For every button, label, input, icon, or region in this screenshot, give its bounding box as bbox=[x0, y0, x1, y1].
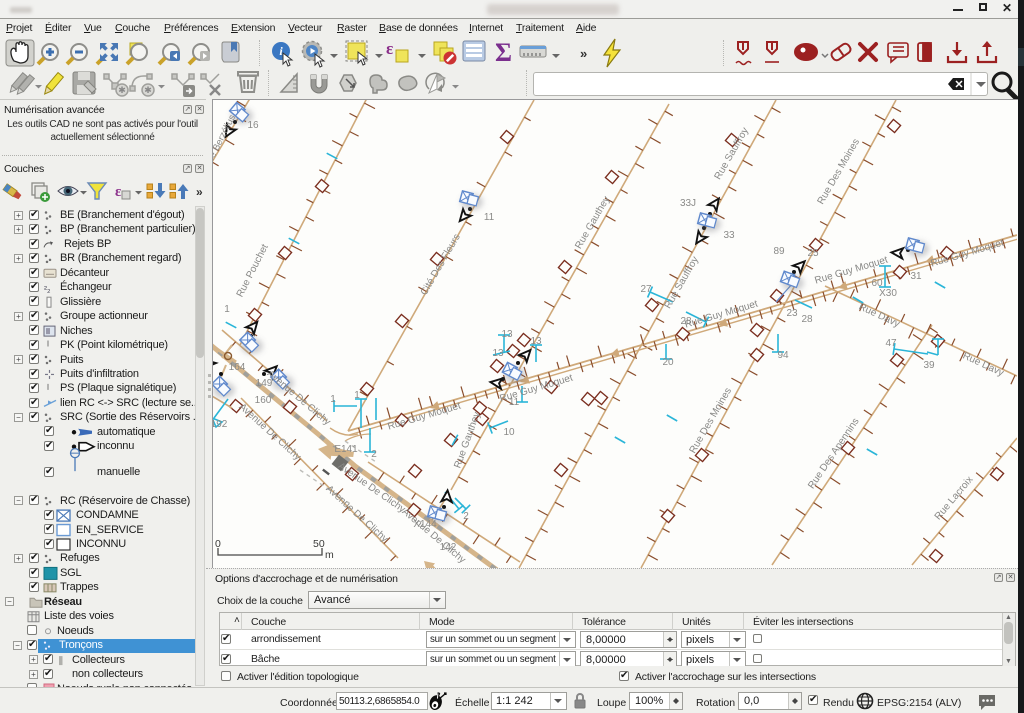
svg-text:23: 23 bbox=[786, 308, 798, 319]
svg-text:11: 11 bbox=[484, 212, 495, 223]
svg-text:Cité Des Fleurs: Cité Des Fleurs bbox=[419, 232, 463, 297]
svg-text:1: 1 bbox=[330, 394, 336, 405]
svg-text:E141: E141 bbox=[334, 444, 358, 455]
svg-text:142: 142 bbox=[440, 542, 457, 553]
svg-text:ε: ε bbox=[386, 39, 393, 58]
svg-text:m: m bbox=[325, 549, 334, 561]
svg-text:Σ: Σ bbox=[495, 38, 512, 67]
svg-text:0: 0 bbox=[215, 538, 221, 550]
svg-text:2: 2 bbox=[371, 449, 377, 460]
svg-text:Rue Davy: Rue Davy bbox=[961, 350, 1005, 379]
svg-text:31: 31 bbox=[910, 271, 922, 282]
svg-text:33J: 33J bbox=[680, 198, 696, 209]
svg-text:10: 10 bbox=[503, 427, 515, 438]
svg-text:33: 33 bbox=[723, 230, 735, 241]
svg-text:Rue Pouchet: Rue Pouchet bbox=[235, 242, 271, 299]
svg-text:1: 1 bbox=[224, 304, 230, 315]
svg-text:Rue Davy: Rue Davy bbox=[857, 301, 901, 330]
svg-text:13: 13 bbox=[492, 348, 504, 359]
svg-text:20: 20 bbox=[662, 357, 674, 368]
svg-text:13: 13 bbox=[501, 329, 513, 340]
svg-text:94: 94 bbox=[777, 350, 789, 361]
svg-text:160: 160 bbox=[255, 395, 272, 406]
svg-text:13: 13 bbox=[530, 336, 542, 347]
svg-text:2: 2 bbox=[463, 511, 469, 522]
svg-text:50: 50 bbox=[313, 538, 325, 550]
svg-text:1: 1 bbox=[354, 390, 360, 401]
svg-text:25: 25 bbox=[807, 248, 819, 259]
svg-text:16: 16 bbox=[247, 120, 259, 131]
svg-text:39: 39 bbox=[923, 360, 935, 371]
svg-text:X30: X30 bbox=[879, 288, 897, 299]
svg-text:164: 164 bbox=[229, 362, 246, 373]
svg-text:27: 27 bbox=[640, 284, 652, 295]
svg-text:Rue Berzélius: Rue Berzélius bbox=[213, 113, 238, 171]
svg-text:28: 28 bbox=[680, 316, 692, 327]
svg-text:192: 192 bbox=[213, 419, 228, 430]
svg-text:89: 89 bbox=[773, 246, 785, 257]
svg-text:11: 11 bbox=[509, 397, 520, 408]
svg-text:28: 28 bbox=[801, 314, 813, 325]
svg-text:47: 47 bbox=[885, 338, 897, 349]
svg-text:²₂: ²₂ bbox=[44, 284, 51, 294]
svg-text:»: » bbox=[580, 46, 587, 61]
svg-text:X144: X144 bbox=[413, 519, 437, 530]
svg-text:Rue Sauffroy: Rue Sauffroy bbox=[663, 255, 702, 311]
svg-text:Rue Des Moines: Rue Des Moines bbox=[688, 386, 734, 456]
svg-text:149: 149 bbox=[256, 378, 273, 389]
